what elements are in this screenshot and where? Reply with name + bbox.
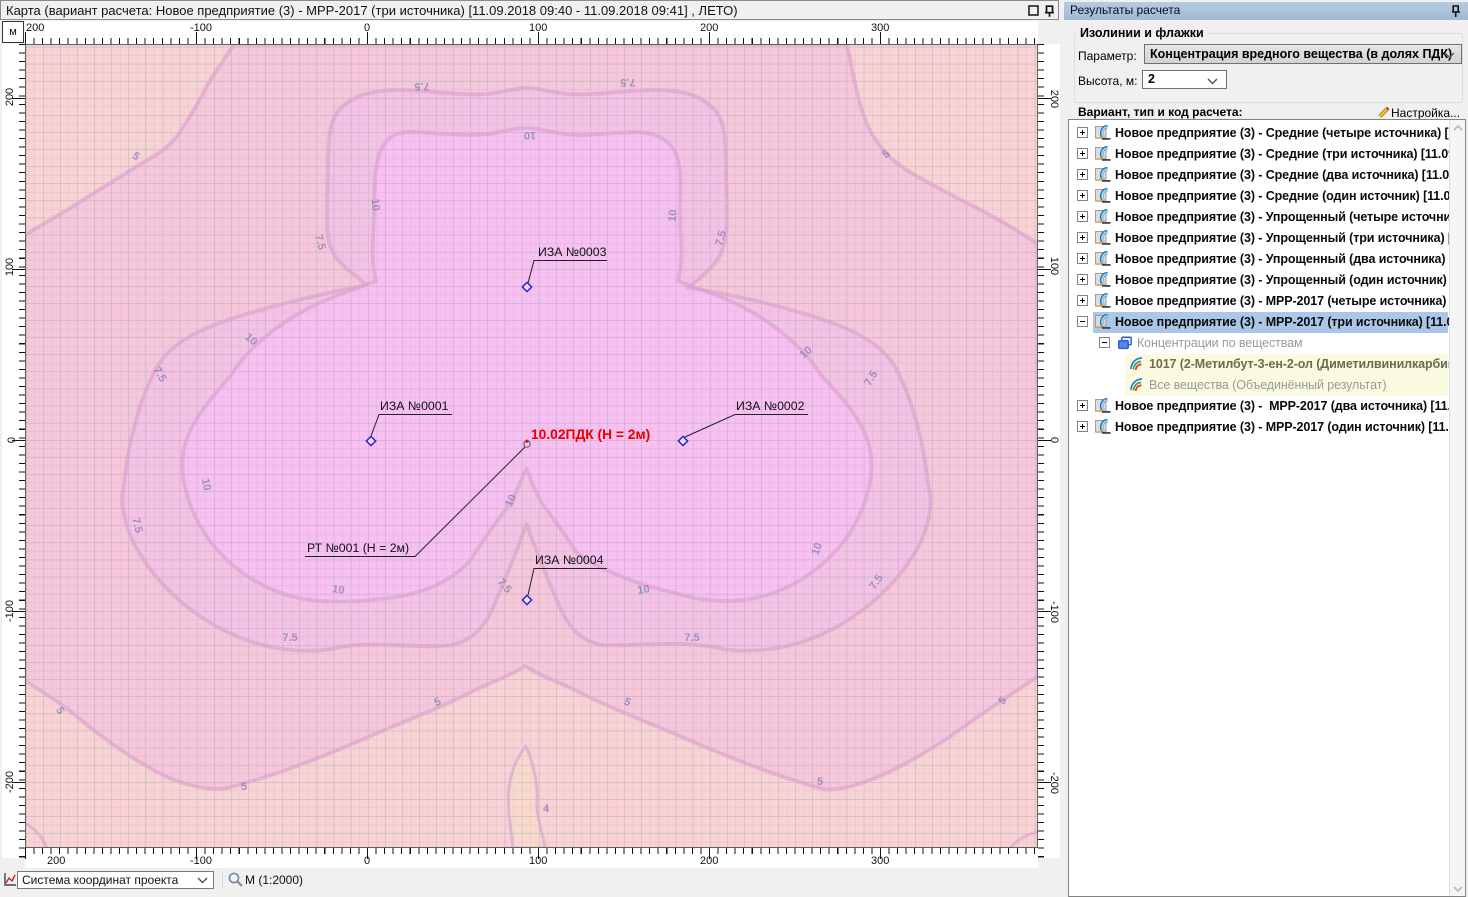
svg-text:ИЗА №0004: ИЗА №0004 <box>535 553 604 567</box>
svg-text:10: 10 <box>199 477 213 491</box>
svg-text:ИЗА №0002: ИЗА №0002 <box>736 399 805 413</box>
svg-text:5: 5 <box>241 781 247 793</box>
svg-text:10: 10 <box>667 209 680 222</box>
svg-text:7.5: 7.5 <box>620 76 635 88</box>
svg-text:10.02ПДК (Н = 2м): 10.02ПДК (Н = 2м) <box>531 427 650 442</box>
svg-text:7.5: 7.5 <box>684 632 699 644</box>
svg-text:5: 5 <box>817 776 823 788</box>
svg-text:7.5: 7.5 <box>414 80 429 92</box>
svg-text:ИЗА №0003: ИЗА №0003 <box>538 245 607 259</box>
svg-text:7.5: 7.5 <box>282 632 297 644</box>
svg-text:10: 10 <box>332 583 346 597</box>
svg-text:10: 10 <box>368 198 381 211</box>
svg-text:РТ №001 (Н = 2м): РТ №001 (Н = 2м) <box>307 541 409 555</box>
svg-text:10: 10 <box>637 583 651 597</box>
svg-text:10: 10 <box>524 129 536 141</box>
svg-text:ИЗА №0001: ИЗА №0001 <box>380 399 449 413</box>
svg-text:4: 4 <box>543 803 550 815</box>
